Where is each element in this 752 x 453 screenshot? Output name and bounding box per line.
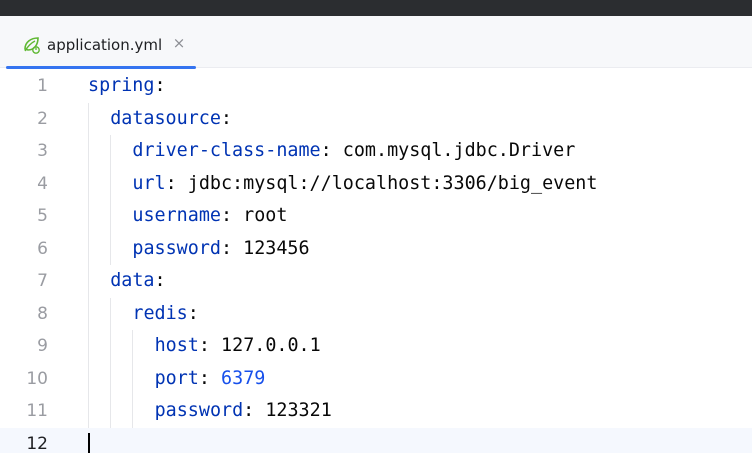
code-text: data:	[110, 265, 165, 298]
yaml-key: password	[132, 237, 221, 259]
code-text: port: 6379	[155, 363, 266, 396]
yaml-separator: :	[187, 302, 199, 324]
code-line[interactable]: 3 driver-class-name: com.mysql.jdbc.Drive…	[0, 135, 752, 168]
line-number: 7	[37, 271, 48, 291]
code-text: spring:	[88, 70, 166, 103]
indent-guide	[110, 297, 112, 428]
line-number: 6	[37, 238, 48, 259]
yaml-value: 127.0.0.1	[221, 335, 321, 356]
code-line[interactable]: 2 datasource:	[0, 103, 752, 136]
code-line[interactable]: 6 password: 123456	[0, 233, 752, 266]
yaml-key: password	[154, 400, 244, 421]
yaml-value: jdbc:mysql://localhost:3306/big_event	[187, 172, 598, 194]
code-text: password: 123456	[132, 233, 309, 266]
yaml-separator: :	[243, 400, 266, 421]
line-number: 2	[37, 108, 48, 129]
code-editor[interactable]: 1 spring: 2 datasource: 3 driver-class-name: …	[0, 68, 752, 453]
yaml-key: host	[154, 335, 199, 356]
close-icon[interactable]: ×	[171, 34, 187, 54]
tab-label: application.yml	[47, 36, 163, 54]
yaml-key: data	[110, 270, 155, 291]
code-line[interactable]: 5 username: root	[0, 200, 752, 233]
text-caret	[88, 432, 90, 453]
code-line[interactable]: 11 password: 123321	[0, 395, 752, 428]
code-line[interactable]: 1 spring:	[0, 70, 752, 103]
line-number: 12	[26, 433, 48, 453]
yaml-separator: :	[220, 107, 232, 129]
yaml-separator: :	[165, 172, 188, 194]
code-line[interactable]: 10 port: 6379	[0, 363, 752, 396]
spring-leaf-icon	[21, 34, 43, 56]
line-number: 4	[37, 173, 48, 194]
code-text: host: 127.0.0.1	[155, 330, 321, 363]
code-text: redis:	[132, 298, 198, 331]
yaml-key: driver-class-name	[132, 140, 321, 161]
indent-guide	[110, 135, 112, 265]
line-number: 1	[37, 76, 48, 96]
tab-application-yml[interactable]: application.yml ×	[6, 32, 196, 69]
yaml-value: root	[243, 205, 288, 226]
yaml-separator: :	[154, 270, 166, 291]
yaml-separator: :	[220, 205, 244, 226]
yaml-key: datasource	[110, 107, 221, 129]
yaml-separator: :	[220, 237, 244, 259]
yaml-key: redis	[132, 302, 188, 324]
line-number: 5	[37, 206, 48, 226]
yaml-value: 123456	[243, 237, 310, 259]
yaml-value: com.mysql.jdbc.Driver	[342, 140, 576, 161]
editor-tab-bar: application.yml ×	[0, 16, 752, 69]
line-number: 3	[37, 141, 48, 161]
code-text: datasource:	[110, 103, 232, 136]
yaml-separator: :	[320, 140, 343, 161]
line-number: 11	[26, 401, 48, 421]
code-line[interactable]: 12	[0, 427, 752, 453]
code-text: username: root	[132, 200, 287, 233]
window-title-bar	[0, 0, 752, 16]
yaml-value: 123321	[265, 400, 332, 421]
yaml-value: 6379	[221, 367, 266, 389]
code-text: url: jdbc:mysql://localhost:3306/big_eve…	[132, 168, 597, 201]
code-line[interactable]: 9 host: 127.0.0.1	[0, 330, 752, 363]
yaml-key: spring	[88, 75, 155, 96]
yaml-key: username	[132, 205, 221, 226]
yaml-separator: :	[198, 367, 222, 389]
code-line[interactable]: 8 redis:	[0, 298, 752, 331]
yaml-key: url	[132, 172, 166, 194]
yaml-separator: :	[154, 75, 166, 96]
yaml-separator: :	[198, 335, 222, 356]
code-text: password: 123321	[155, 395, 332, 428]
indent-guide	[132, 330, 134, 428]
code-line[interactable]: 4 url: jdbc:mysql://localhost:3306/big_ev…	[0, 168, 752, 201]
yaml-key: port	[154, 367, 199, 389]
line-number: 10	[26, 368, 48, 389]
indent-guide	[88, 102, 89, 428]
code-line[interactable]: 7 data:	[0, 265, 752, 298]
line-number: 9	[37, 336, 48, 356]
line-number: 8	[37, 303, 48, 324]
code-text: driver-class-name: com.mysql.jdbc.Driver	[132, 135, 575, 168]
